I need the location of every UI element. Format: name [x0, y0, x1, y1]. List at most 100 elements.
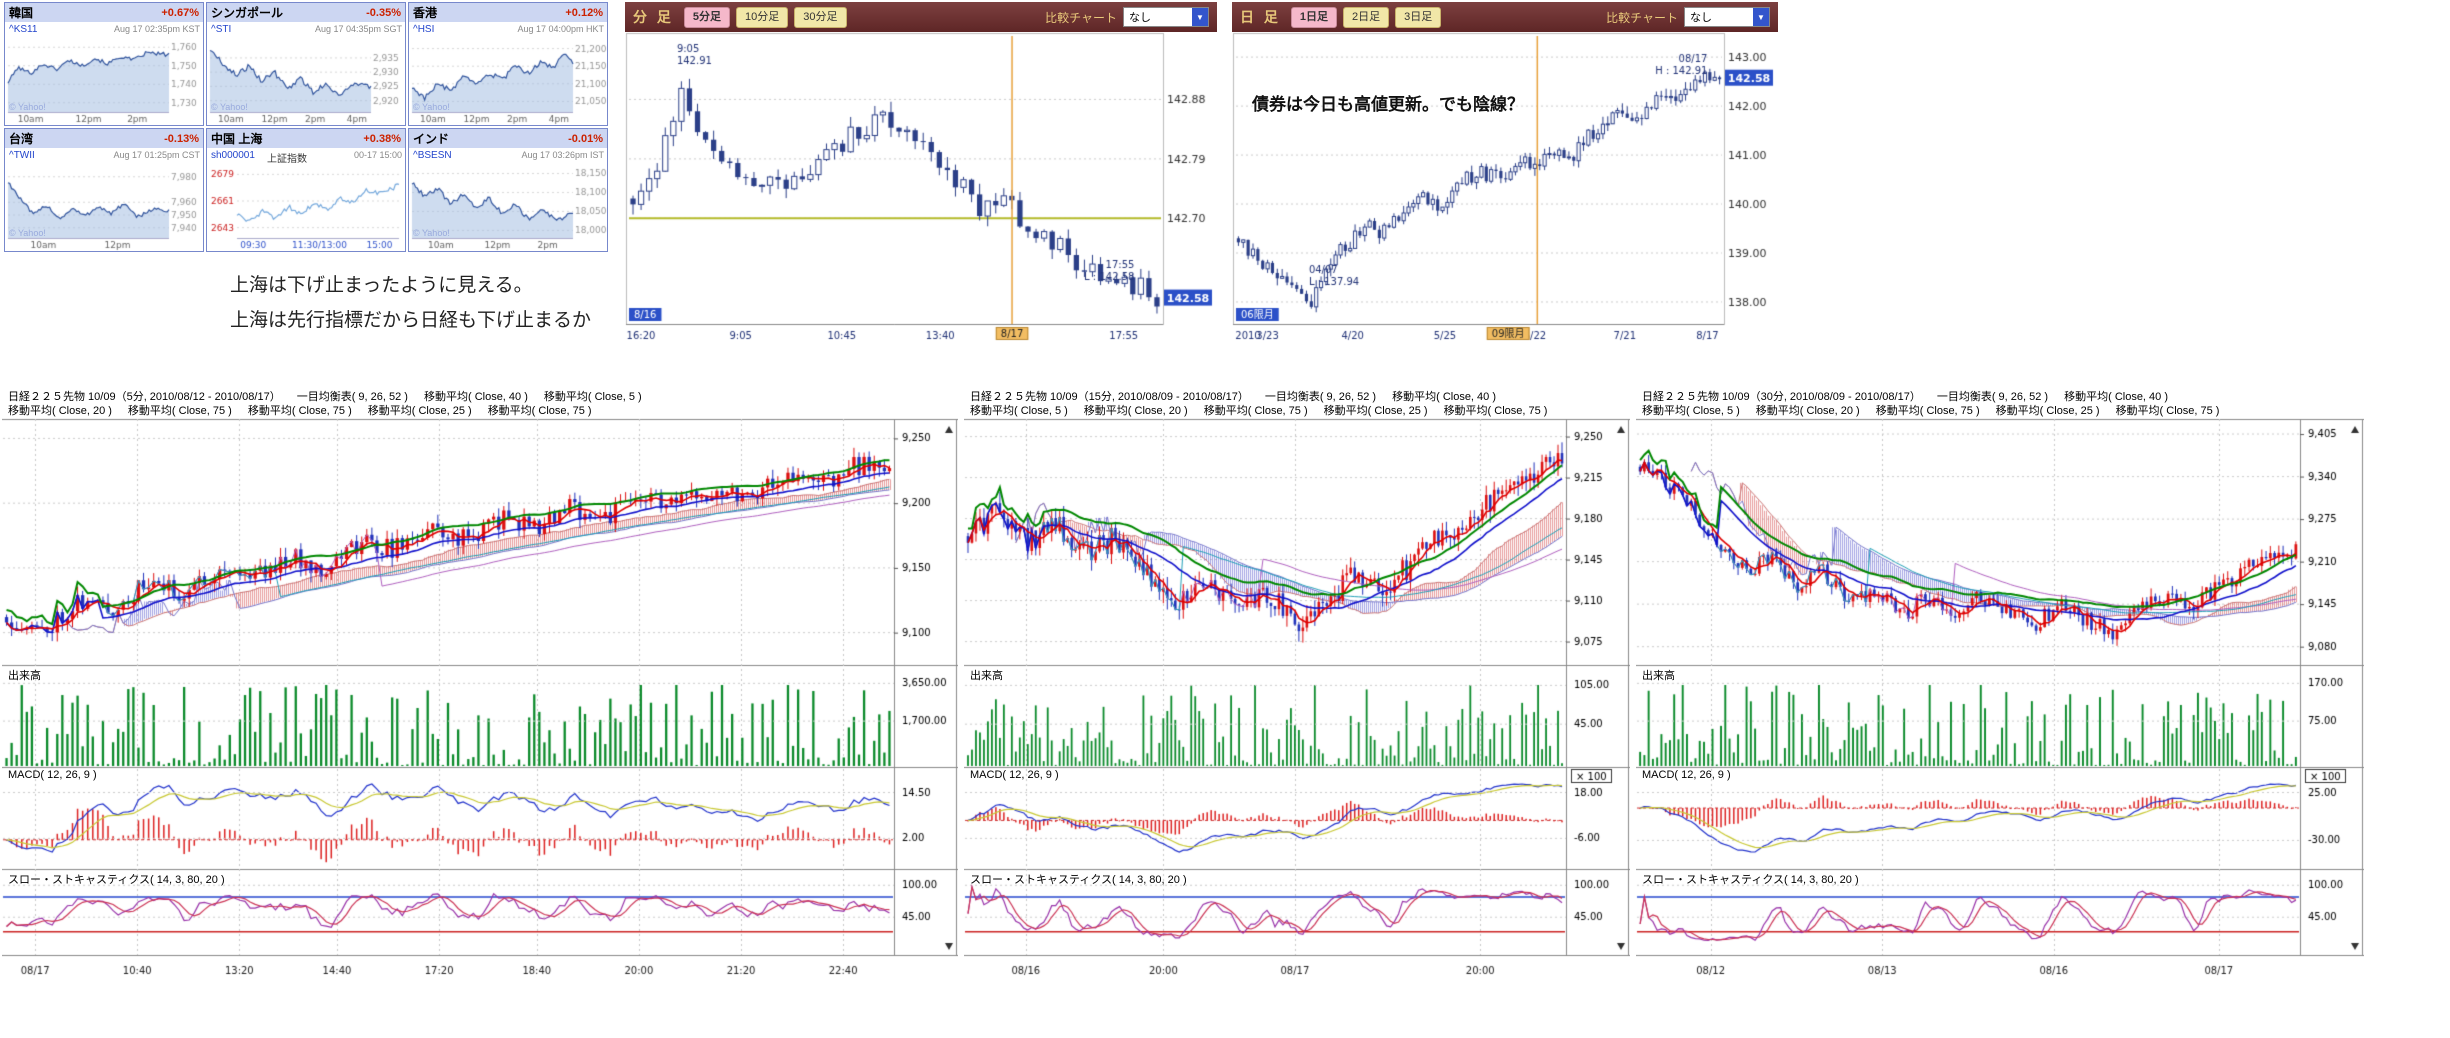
- legend-item: 移動平均( Close, 20 ): [8, 405, 112, 417]
- mini-chart-body: ^TWII Aug 17 01:25pm CST © Yahoo!: [5, 148, 203, 251]
- minute-chart-panel: 分 足 5分足 10分足 30分足 比較チャート なし ▼: [625, 2, 1217, 354]
- legend-item: 移動平均( Close, 75 ): [488, 405, 592, 417]
- tech-chart-30min[interactable]: [1636, 385, 2364, 977]
- market-symbol[interactable]: ^STI: [211, 24, 231, 35]
- market-name: 香港: [413, 4, 437, 21]
- mini-chart-body: ^STI Aug 17 04:35pm SGT © Yahoo!: [207, 22, 405, 125]
- stochastics-label: スロー・ストキャスティクス( 14, 3, 80, 20 ): [1642, 871, 1859, 887]
- market-symbol[interactable]: ^TWII: [9, 150, 35, 161]
- mini-market-header: 中国 上海 +0.38%: [207, 129, 405, 148]
- market-timestamp: Aug 17 01:25pm CST: [113, 150, 200, 160]
- mini-market-header: 韓国 +0.67%: [5, 3, 203, 22]
- bond-note: 債券は今日も高値更新。でも陰線？: [1252, 90, 1524, 115]
- mini-market-singapore: シンガポール -0.35% ^STI Aug 17 04:35pm SGT © …: [206, 2, 406, 126]
- market-name: 韓国: [9, 4, 33, 21]
- minute-candles-chart[interactable]: [625, 32, 1217, 354]
- chevron-down-icon[interactable]: ▼: [1192, 8, 1208, 26]
- market-change: -0.35%: [366, 7, 401, 19]
- volume-label: 出来高: [1642, 667, 1675, 683]
- volume-label: 出来高: [970, 667, 1003, 683]
- mini-market-shanghai: 中国 上海 +0.38% sh000001 上証指数 00-17 15:00: [206, 128, 406, 252]
- yahoo-credit: © Yahoo!: [211, 102, 248, 112]
- chevron-down-icon[interactable]: ▼: [1753, 8, 1769, 26]
- market-name: 中国 上海: [211, 130, 262, 147]
- market-symbol[interactable]: sh000001: [211, 150, 255, 161]
- mini-market-header: 香港 +0.12%: [409, 3, 607, 22]
- tab-10min[interactable]: 10分足: [736, 7, 788, 28]
- trading-workspace: { "notes": ["上海は下げ止まったように見える。", "上海は先行指標…: [0, 0, 2450, 1038]
- market-symbol[interactable]: ^KS11: [9, 24, 37, 35]
- compare-chart-label: 比較チャート: [1045, 9, 1117, 26]
- mini-chart-body: ^HSI Aug 17 04:00pm HKT © Yahoo!: [409, 22, 607, 125]
- tab-30min[interactable]: 30分足: [794, 7, 846, 28]
- mini-market-hongkong: 香港 +0.12% ^HSI Aug 17 04:00pm HKT © Yaho…: [408, 2, 608, 126]
- macd-label: MACD( 12, 26, 9 ): [8, 769, 97, 781]
- daily-panel-header: 日 足 1日足 2日足 3日足 比較チャート なし ▼: [1232, 2, 1778, 32]
- compare-select-value: なし: [1690, 9, 1712, 25]
- tech-panel-15min: 日経２２５先物 10/09（15分, 2010/08/09 - 2010/08/…: [964, 385, 1630, 985]
- compare-select-value: なし: [1129, 9, 1151, 25]
- market-change: -0.01%: [568, 133, 603, 145]
- market-timestamp: Aug 17 04:35pm SGT: [315, 24, 402, 34]
- mini-chart-body: sh000001 上証指数 00-17 15:00: [207, 148, 405, 251]
- legend-item: 移動平均( Close, 75 ): [128, 405, 232, 417]
- tab-2day[interactable]: 2日足: [1343, 7, 1389, 28]
- legend-item: 移動平均( Close, 75 ): [2116, 405, 2220, 417]
- market-name: 台湾: [9, 130, 33, 147]
- mini-chart-body: ^KS11 Aug 17 02:35pm KST © Yahoo!: [5, 22, 203, 125]
- daily-candles-chart[interactable]: [1232, 32, 1778, 354]
- legend-item: 移動平均( Close, 5 ): [970, 405, 1068, 417]
- tech-panel-5min: 日経２２５先物 10/09（5分, 2010/08/12 - 2010/08/1…: [2, 385, 958, 985]
- chart-legend-line2: 移動平均( Close, 20 ) 移動平均( Close, 75 ) 移動平均( …: [8, 402, 608, 418]
- tech-chart-5min[interactable]: [2, 385, 958, 977]
- yahoo-credit: © Yahoo!: [413, 102, 450, 112]
- legend-item: 移動平均( Close, 5 ): [1642, 405, 1740, 417]
- market-change: +0.38%: [363, 133, 401, 145]
- market-symbol[interactable]: ^BSESN: [413, 150, 452, 161]
- market-symbol[interactable]: ^HSI: [413, 24, 434, 35]
- chart-legend-line2: 移動平均( Close, 5 ) 移動平均( Close, 20 ) 移動平均( C…: [970, 402, 1563, 418]
- stochastics-label: スロー・ストキャスティクス( 14, 3, 80, 20 ): [8, 871, 225, 887]
- legend-item: 移動平均( Close, 20 ): [1756, 405, 1860, 417]
- market-name: シンガポール: [211, 4, 283, 21]
- tab-1day[interactable]: 1日足: [1291, 7, 1337, 28]
- mini-market-korea: 韓国 +0.67% ^KS11 Aug 17 02:35pm KST © Yah…: [4, 2, 204, 126]
- compare-select[interactable]: なし ▼: [1123, 7, 1209, 27]
- tab-3day[interactable]: 3日足: [1395, 7, 1441, 28]
- mini-market-india: インド -0.01% ^BSESN Aug 17 03:26pm IST © Y…: [408, 128, 608, 252]
- panel-title: 分 足: [633, 7, 674, 27]
- legend-item: 移動平均( Close, 75 ): [1204, 405, 1308, 417]
- stochastics-label: スロー・ストキャスティクス( 14, 3, 80, 20 ): [970, 871, 1187, 887]
- market-timestamp: Aug 17 02:35pm KST: [114, 24, 200, 34]
- user-note: 上海は下げ止まったように見える。 上海は先行指標だから日経も下げ止まるか: [230, 268, 591, 338]
- mini-chart-body: ^BSESN Aug 17 03:26pm IST © Yahoo!: [409, 148, 607, 251]
- tech-chart-15min[interactable]: [964, 385, 1630, 977]
- index-name-label: 上証指数: [267, 150, 307, 165]
- minute-panel-header: 分 足 5分足 10分足 30分足 比較チャート なし ▼: [625, 2, 1217, 32]
- legend-item: 移動平均( Close, 25 ): [368, 405, 472, 417]
- market-change: -0.13%: [164, 133, 199, 145]
- legend-item: 移動平均( Close, 75 ): [1444, 405, 1548, 417]
- market-timestamp: Aug 17 03:26pm IST: [521, 150, 604, 160]
- market-timestamp: 00-17 15:00: [354, 150, 402, 160]
- daily-chart-panel: 日 足 1日足 2日足 3日足 比較チャート なし ▼ 債券は今日も高値更新。で…: [1232, 2, 1778, 354]
- macd-label: MACD( 12, 26, 9 ): [1642, 769, 1731, 781]
- volume-label: 出来高: [8, 667, 41, 683]
- mini-market-header: 台湾 -0.13%: [5, 129, 203, 148]
- market-name: インド: [413, 130, 449, 147]
- tab-5min[interactable]: 5分足: [684, 7, 730, 28]
- note-line-1: 上海は下げ止まったように見える。: [230, 268, 591, 303]
- mini-market-header: インド -0.01%: [409, 129, 607, 148]
- legend-item: 移動平均( Close, 20 ): [1084, 405, 1188, 417]
- tech-panel-30min: 日経２２５先物 10/09（30分, 2010/08/09 - 2010/08/…: [1636, 385, 2364, 985]
- legend-item: 移動平均( Close, 25 ): [1996, 405, 2100, 417]
- legend-item: 移動平均( Close, 75 ): [1876, 405, 1980, 417]
- panel-title: 日 足: [1240, 7, 1281, 27]
- compare-select[interactable]: なし ▼: [1684, 7, 1770, 27]
- yahoo-credit: © Yahoo!: [9, 228, 46, 238]
- market-timestamp: Aug 17 04:00pm HKT: [517, 24, 604, 34]
- market-change: +0.67%: [161, 7, 199, 19]
- chart-legend-line2: 移動平均( Close, 5 ) 移動平均( Close, 20 ) 移動平均( C…: [1642, 402, 2235, 418]
- yahoo-credit: © Yahoo!: [9, 102, 46, 112]
- market-change: +0.12%: [565, 7, 603, 19]
